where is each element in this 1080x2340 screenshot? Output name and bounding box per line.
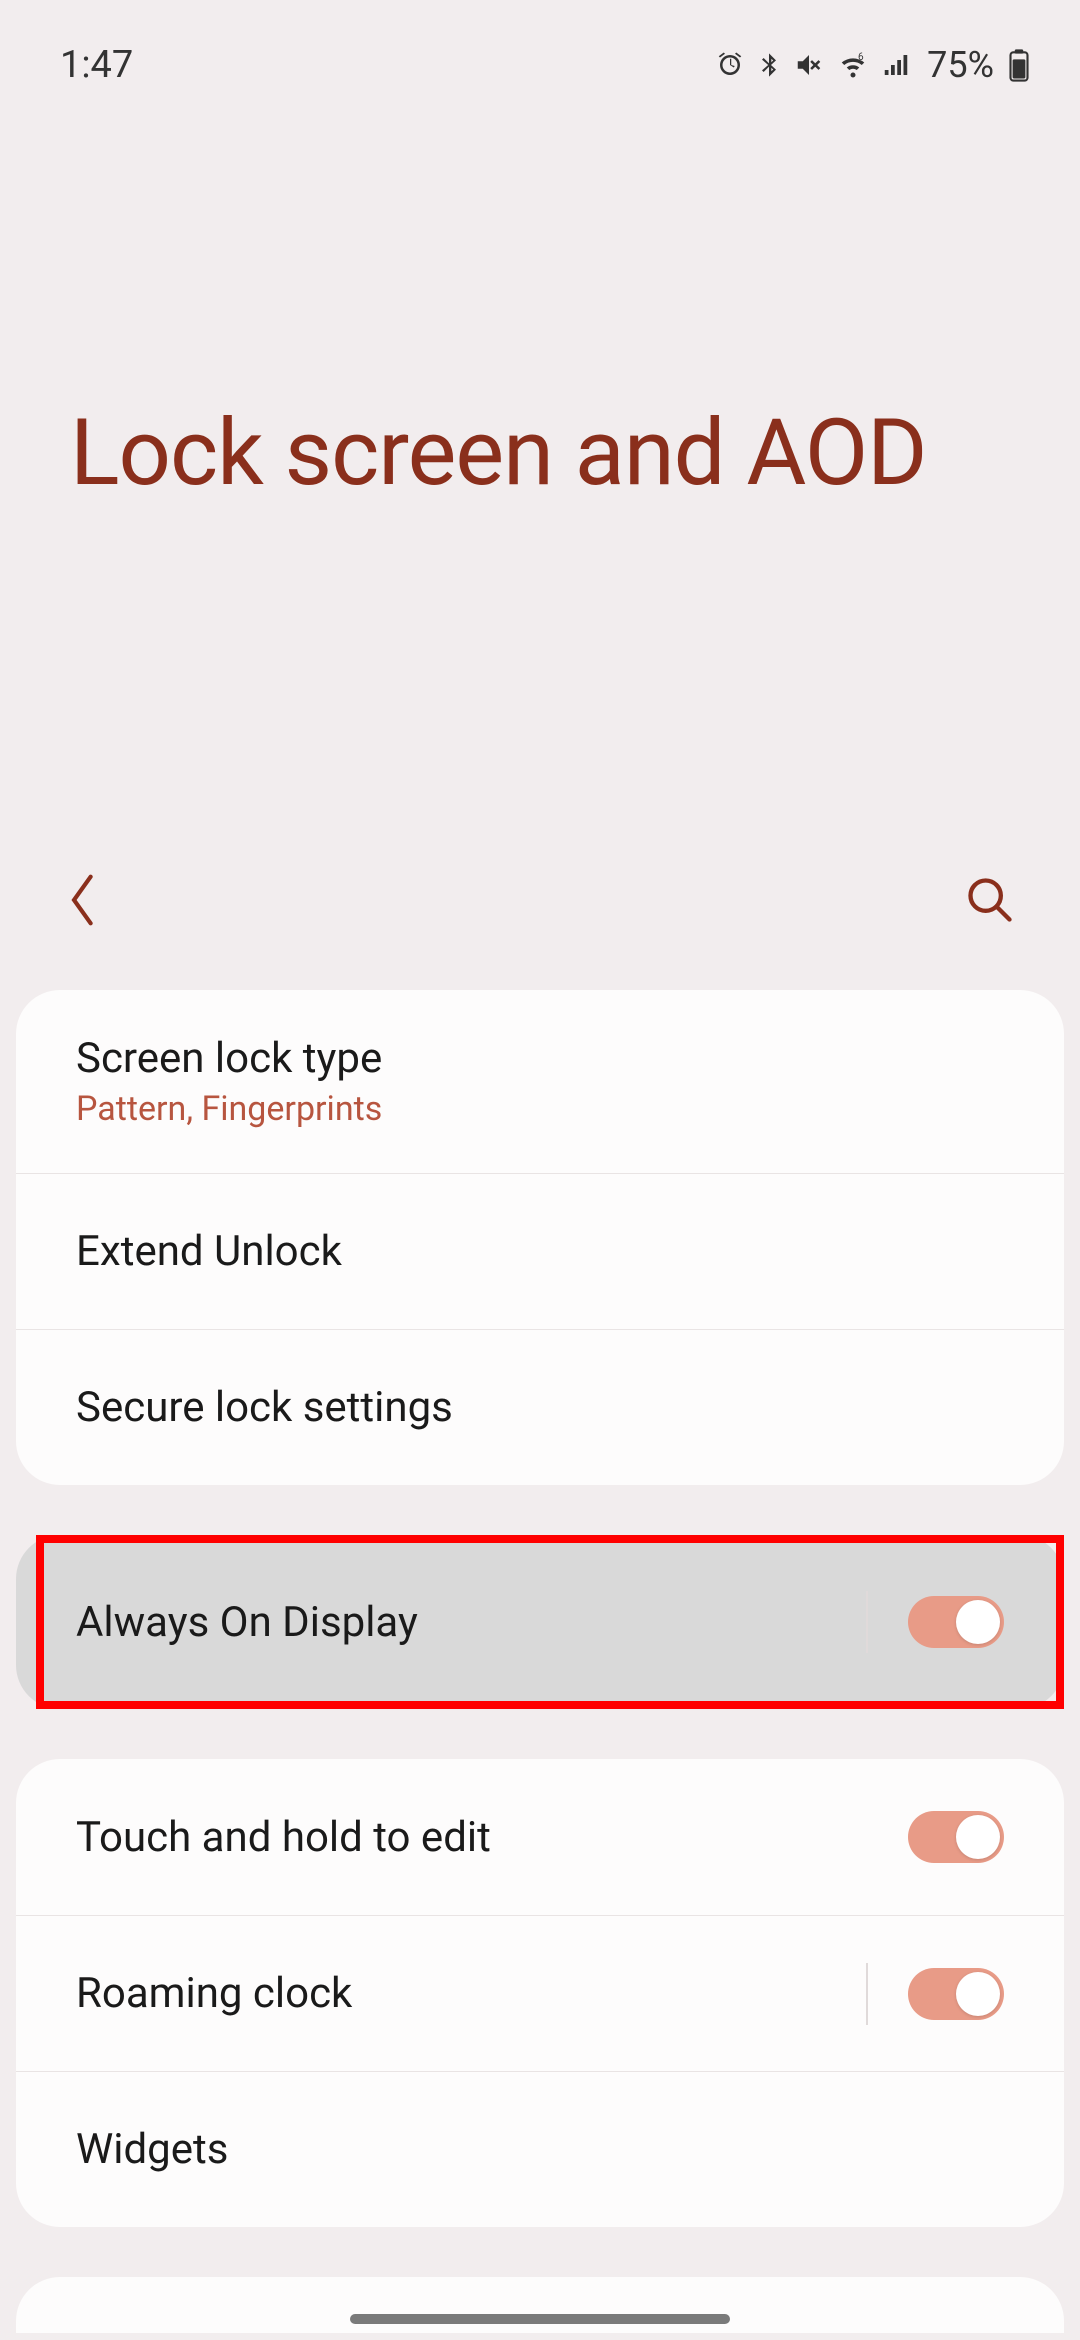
signal-icon (881, 50, 911, 80)
toggle-wrap (866, 1963, 1004, 2025)
bluetooth-icon (755, 50, 783, 80)
search-icon[interactable] (964, 874, 1016, 926)
row-widgets[interactable]: Widgets (16, 2071, 1064, 2227)
always-on-display-toggle[interactable] (908, 1596, 1004, 1648)
home-indicator[interactable] (350, 2314, 730, 2324)
row-title: Widgets (76, 2125, 228, 2174)
row-title: Screen lock type (76, 1034, 382, 1083)
toolbar (0, 860, 1080, 990)
toggle-separator (866, 1963, 868, 2025)
status-bar: 1:47 6 75% (0, 0, 1080, 100)
row-roaming-clock[interactable]: Roaming clock (16, 1915, 1064, 2071)
svg-text:6: 6 (858, 52, 864, 63)
settings-group-2-highlighted: Always On Display (16, 1535, 1064, 1709)
settings-group-3: Touch and hold to edit Roaming clock Wid… (16, 1759, 1064, 2227)
mute-vibrate-icon (793, 50, 825, 80)
touch-hold-edit-toggle[interactable] (908, 1811, 1004, 1863)
battery-icon (1008, 48, 1030, 82)
row-subtitle: Pattern, Fingerprints (76, 1089, 382, 1129)
toggle-wrap (866, 1591, 1004, 1653)
back-icon[interactable] (64, 870, 104, 930)
roaming-clock-toggle[interactable] (908, 1968, 1004, 2020)
row-title: Secure lock settings (76, 1383, 453, 1432)
alarm-icon (715, 50, 745, 80)
row-title: Roaming clock (76, 1969, 352, 2018)
row-touch-hold-edit[interactable]: Touch and hold to edit (16, 1759, 1064, 1915)
row-title: Touch and hold to edit (76, 1813, 491, 1862)
toggle-separator (866, 1591, 868, 1653)
row-title: Always On Display (76, 1598, 418, 1647)
row-screen-lock-type[interactable]: Screen lock type Pattern, Fingerprints (16, 990, 1064, 1173)
status-time: 1:47 (60, 43, 133, 87)
row-extend-unlock[interactable]: Extend Unlock (16, 1173, 1064, 1329)
settings-group-4-partial (16, 2277, 1064, 2333)
header-area: Lock screen and AOD (0, 100, 1080, 860)
battery-percentage: 75% (927, 44, 994, 86)
page-title: Lock screen and AOD (70, 400, 1010, 507)
settings-group-1: Screen lock type Pattern, Fingerprints E… (16, 990, 1064, 1485)
row-title: Extend Unlock (76, 1227, 342, 1276)
row-always-on-display[interactable]: Always On Display (16, 1535, 1064, 1709)
status-icons: 6 75% (715, 44, 1030, 86)
wifi-icon: 6 (835, 50, 871, 80)
row-secure-lock-settings[interactable]: Secure lock settings (16, 1329, 1064, 1485)
